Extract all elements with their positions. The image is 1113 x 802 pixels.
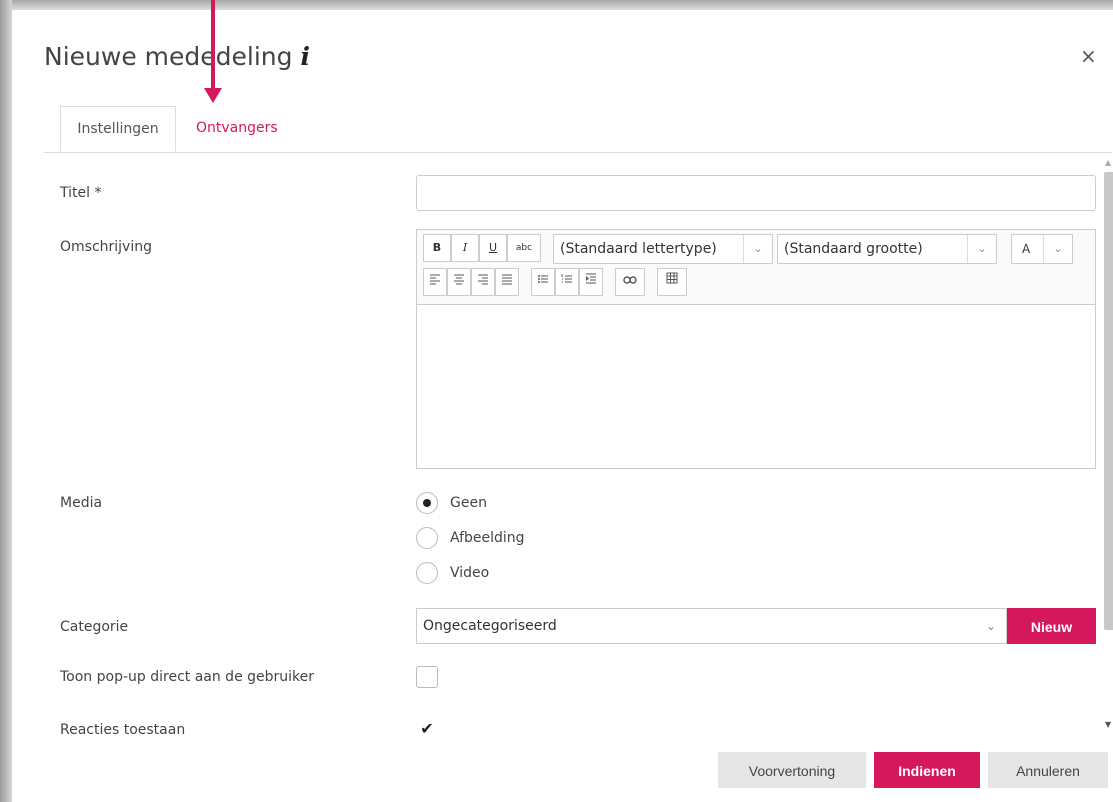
- form-content: Titel * Omschrijving B I U abc (Standaar…: [44, 153, 1099, 751]
- rich-text-editor: B I U abc (Standaard lettertype) ⌄ (Stan…: [416, 229, 1096, 469]
- numbered-list-icon[interactable]: [555, 268, 579, 296]
- underline-button[interactable]: U: [479, 234, 507, 262]
- media-radio-geen[interactable]: [416, 492, 438, 514]
- font-family-select[interactable]: (Standaard lettertype) ⌄: [553, 234, 773, 264]
- tab-bar: Instellingen Ontvangers: [44, 106, 1112, 153]
- info-icon[interactable]: i: [301, 42, 311, 71]
- justify-icon[interactable]: [495, 268, 519, 296]
- dialog-title: Nieuwe mededeling i: [44, 42, 310, 71]
- indent-icon[interactable]: [579, 268, 603, 296]
- font-family-value: (Standaard lettertype): [560, 241, 717, 257]
- new-category-button[interactable]: Nieuw: [1007, 608, 1096, 644]
- form-scrollbar[interactable]: ▲ ▼: [1102, 158, 1113, 734]
- media-option-label: Afbeelding: [450, 530, 525, 546]
- editor-body[interactable]: [417, 305, 1095, 468]
- italic-button[interactable]: I: [451, 234, 479, 262]
- scroll-up-icon[interactable]: ▲: [1105, 158, 1111, 167]
- preview-button[interactable]: Voorvertoning: [718, 752, 866, 788]
- dialog-title-text: Nieuwe mededeling: [44, 42, 293, 71]
- omschrijving-label: Omschrijving: [60, 239, 152, 255]
- window-frame-left: [0, 0, 12, 802]
- table-icon[interactable]: [657, 268, 687, 296]
- annotation-arrow-pointer: [204, 88, 222, 103]
- align-left-icon[interactable]: [423, 268, 447, 296]
- radio-selected-dot: [423, 499, 431, 507]
- popup-checkbox[interactable]: [416, 666, 438, 688]
- media-option-label: Video: [450, 565, 490, 581]
- annotation-arrow-shaft: [211, 0, 215, 90]
- chevron-down-icon: ⌄: [967, 235, 996, 263]
- font-color-button[interactable]: A ⌄: [1011, 234, 1073, 264]
- font-color-label: A: [1022, 242, 1031, 256]
- close-icon[interactable]: ×: [1080, 44, 1097, 68]
- strikethrough-button[interactable]: abc: [507, 234, 541, 262]
- checkmark-icon: ✔: [420, 719, 434, 738]
- scrollbar-thumb[interactable]: [1104, 172, 1113, 630]
- media-radio-afbeelding[interactable]: [416, 527, 438, 549]
- window-frame-top: [0, 0, 1113, 10]
- align-right-icon[interactable]: [471, 268, 495, 296]
- new-announcement-dialog: Nieuwe mededeling i × Instellingen Ontvan…: [14, 12, 1113, 802]
- titel-label: Titel *: [60, 185, 102, 201]
- categorie-label: Categorie: [60, 619, 129, 635]
- chevron-down-icon: ⌄: [743, 235, 772, 263]
- tab-ontvangers[interactable]: Ontvangers: [180, 106, 294, 152]
- scroll-down-icon[interactable]: ▼: [1105, 720, 1111, 729]
- reacties-label: Reacties toestaan: [60, 722, 186, 738]
- chevron-down-icon: ⌄: [1043, 235, 1072, 263]
- font-size-value: (Standaard grootte): [784, 241, 923, 257]
- categorie-value: Ongecategoriseerd: [423, 618, 557, 634]
- bold-button[interactable]: B: [423, 234, 451, 262]
- media-radio-video[interactable]: [416, 562, 438, 584]
- media-option-label: Geen: [450, 495, 487, 511]
- link-icon[interactable]: [615, 268, 645, 296]
- cancel-button[interactable]: Annuleren: [988, 752, 1108, 788]
- media-label: Media: [60, 495, 103, 511]
- categorie-select[interactable]: Ongecategoriseerd ⌄: [416, 608, 1007, 644]
- editor-toolbar: B I U abc (Standaard lettertype) ⌄ (Stan…: [417, 230, 1095, 305]
- chevron-down-icon: ⌄: [985, 619, 996, 633]
- tab-instellingen[interactable]: Instellingen: [60, 106, 176, 152]
- bullet-list-icon[interactable]: [531, 268, 555, 296]
- titel-input[interactable]: [416, 175, 1096, 211]
- font-size-select[interactable]: (Standaard grootte) ⌄: [777, 234, 997, 264]
- popup-label: Toon pop-up direct aan de gebruiker: [60, 669, 315, 685]
- align-center-icon[interactable]: [447, 268, 471, 296]
- reacties-checkbox[interactable]: ✔: [416, 719, 438, 741]
- submit-button[interactable]: Indienen: [874, 752, 980, 788]
